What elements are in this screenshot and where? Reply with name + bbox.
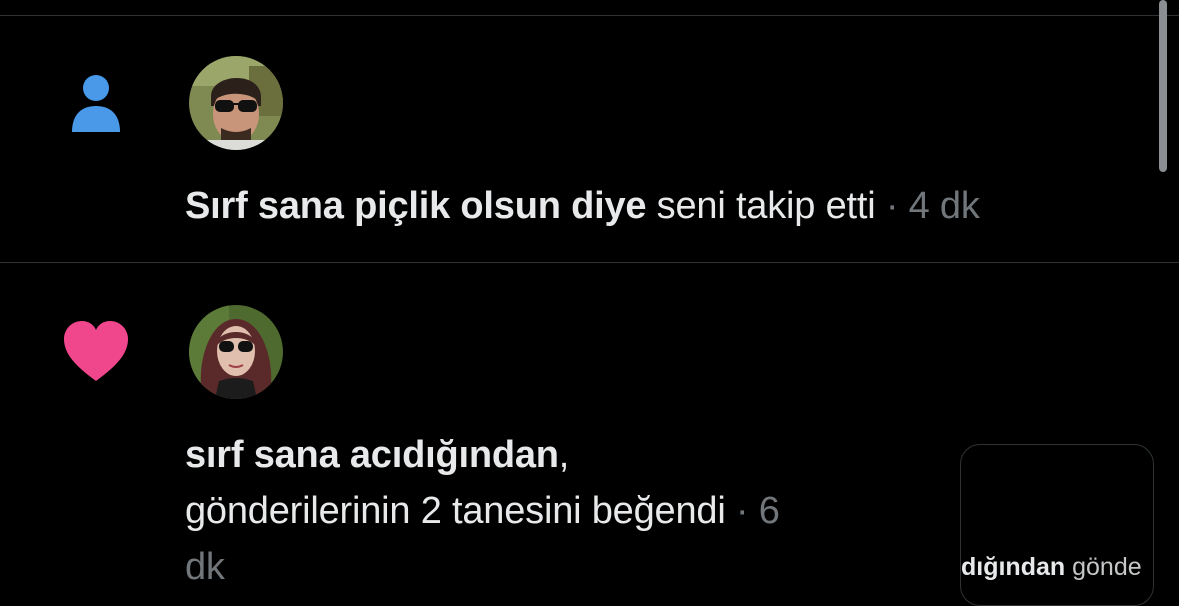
preview-bold-text: dığından bbox=[961, 553, 1066, 581]
avatar[interactable] bbox=[189, 305, 283, 399]
name-suffix: , bbox=[558, 434, 570, 476]
post-preview-text: dığından gönde bbox=[961, 553, 1142, 582]
notification-text[interactable]: sırf sana acıdığından, gönderilerinin 2 … bbox=[185, 427, 780, 595]
notification-text[interactable]: Sırf sana piçlik olsun diye seni takip e… bbox=[185, 178, 980, 234]
preview-text: gönde bbox=[1065, 553, 1142, 581]
timestamp: · 6 bbox=[725, 490, 780, 532]
action-text: seni takip etti bbox=[646, 185, 876, 227]
person-icon bbox=[62, 66, 130, 134]
timestamp: · 4 dk bbox=[875, 185, 980, 227]
notification-follow[interactable]: Sırf sana piçlik olsun diye seni takip e… bbox=[0, 0, 1179, 262]
avatar[interactable] bbox=[189, 56, 283, 150]
action-text: gönderilerinin 2 tanesini beğendi bbox=[185, 490, 726, 532]
heart-icon bbox=[62, 319, 130, 387]
user-name[interactable]: Sırf sana piçlik olsun diye bbox=[185, 185, 647, 227]
user-name[interactable]: sırf sana acıdığından bbox=[185, 434, 559, 476]
